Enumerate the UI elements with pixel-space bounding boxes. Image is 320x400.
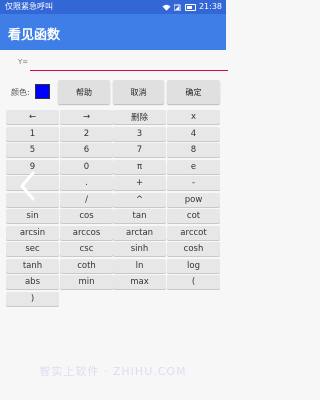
- keypad-key[interactable]: cot: [167, 209, 220, 223]
- keypad-key[interactable]: 8: [167, 143, 220, 157]
- keypad-key[interactable]: π: [113, 159, 166, 174]
- keypad-key[interactable]: arccos: [60, 225, 113, 240]
- keypad-key[interactable]: (: [167, 275, 220, 289]
- function-label: Y=: [18, 58, 29, 66]
- keypad-key[interactable]: csc: [60, 242, 113, 256]
- keypad-key[interactable]: 3: [113, 126, 166, 141]
- keypad-key[interactable]: arctan: [113, 225, 166, 240]
- app-title: 看见函数: [8, 28, 61, 43]
- help-button[interactable]: 帮助: [58, 80, 110, 104]
- keypad-key[interactable]: pow: [167, 192, 220, 207]
- keypad-key[interactable]: ←: [6, 110, 59, 124]
- watermark: 智实上软件 · ZHIHU.COM: [39, 365, 187, 378]
- cancel-button[interactable]: 取消: [113, 80, 164, 104]
- status-bar: 仅限紧急呼叫 21:38: [0, 0, 226, 14]
- keypad-key[interactable]: 7: [113, 143, 166, 157]
- keypad-key[interactable]: 4: [167, 126, 220, 141]
- keypad-key[interactable]: ln: [113, 258, 166, 273]
- keypad-key[interactable]: 2: [60, 126, 113, 141]
- keypad-key[interactable]: log: [167, 258, 220, 273]
- color-label: 颜色:: [11, 88, 30, 97]
- keypad-key[interactable]: 5: [6, 143, 59, 157]
- keypad-key[interactable]: arcsin: [6, 225, 59, 240]
- function-input[interactable]: [30, 58, 228, 71]
- status-text: 仅限紧急呼叫: [5, 2, 53, 11]
- keypad-key[interactable]: sin: [6, 209, 59, 223]
- keypad-key[interactable]: cos: [60, 209, 113, 223]
- wifi-icon: [162, 4, 171, 11]
- function-input-row: Y=: [10, 58, 228, 72]
- keypad-key[interactable]: ^: [113, 192, 166, 207]
- app-bar: 看见函数: [0, 14, 226, 50]
- status-icons: 21:38: [162, 0, 222, 14]
- keypad-key[interactable]: max: [113, 275, 166, 289]
- confirm-button[interactable]: 确定: [167, 80, 220, 104]
- keypad-key[interactable]: 0: [60, 159, 113, 174]
- keypad-key[interactable]: /: [60, 192, 113, 207]
- keypad-key[interactable]: cosh: [167, 242, 220, 256]
- color-swatch[interactable]: [35, 84, 50, 99]
- keypad-key[interactable]: -: [167, 176, 220, 190]
- battery-icon: [184, 3, 196, 11]
- sim-signal-icon: [173, 4, 181, 11]
- keypad-key[interactable]: coth: [60, 258, 113, 273]
- keypad-key[interactable]: +: [113, 176, 166, 190]
- back-chevron-icon[interactable]: [20, 171, 35, 201]
- keypad-key[interactable]: abs: [6, 275, 59, 289]
- keypad-key[interactable]: →: [60, 110, 113, 124]
- keypad-key[interactable]: .: [60, 176, 113, 190]
- keypad-key[interactable]: 删除: [113, 110, 166, 124]
- keypad-key[interactable]: sec: [6, 242, 59, 256]
- keypad-key[interactable]: arccot: [167, 225, 220, 240]
- keypad-key[interactable]: tanh: [6, 258, 59, 273]
- keypad-key[interactable]: 6: [60, 143, 113, 157]
- keypad-key[interactable]: 1: [6, 126, 59, 141]
- keypad-key[interactable]: sinh: [113, 242, 166, 256]
- status-time: 21:38: [198, 2, 222, 11]
- keypad-key[interactable]: min: [60, 275, 113, 289]
- keypad-key[interactable]: tan: [113, 209, 166, 223]
- keypad-key[interactable]: e: [167, 159, 220, 174]
- keypad-key[interactable]: x: [167, 110, 220, 124]
- keypad-key[interactable]: ): [6, 291, 59, 306]
